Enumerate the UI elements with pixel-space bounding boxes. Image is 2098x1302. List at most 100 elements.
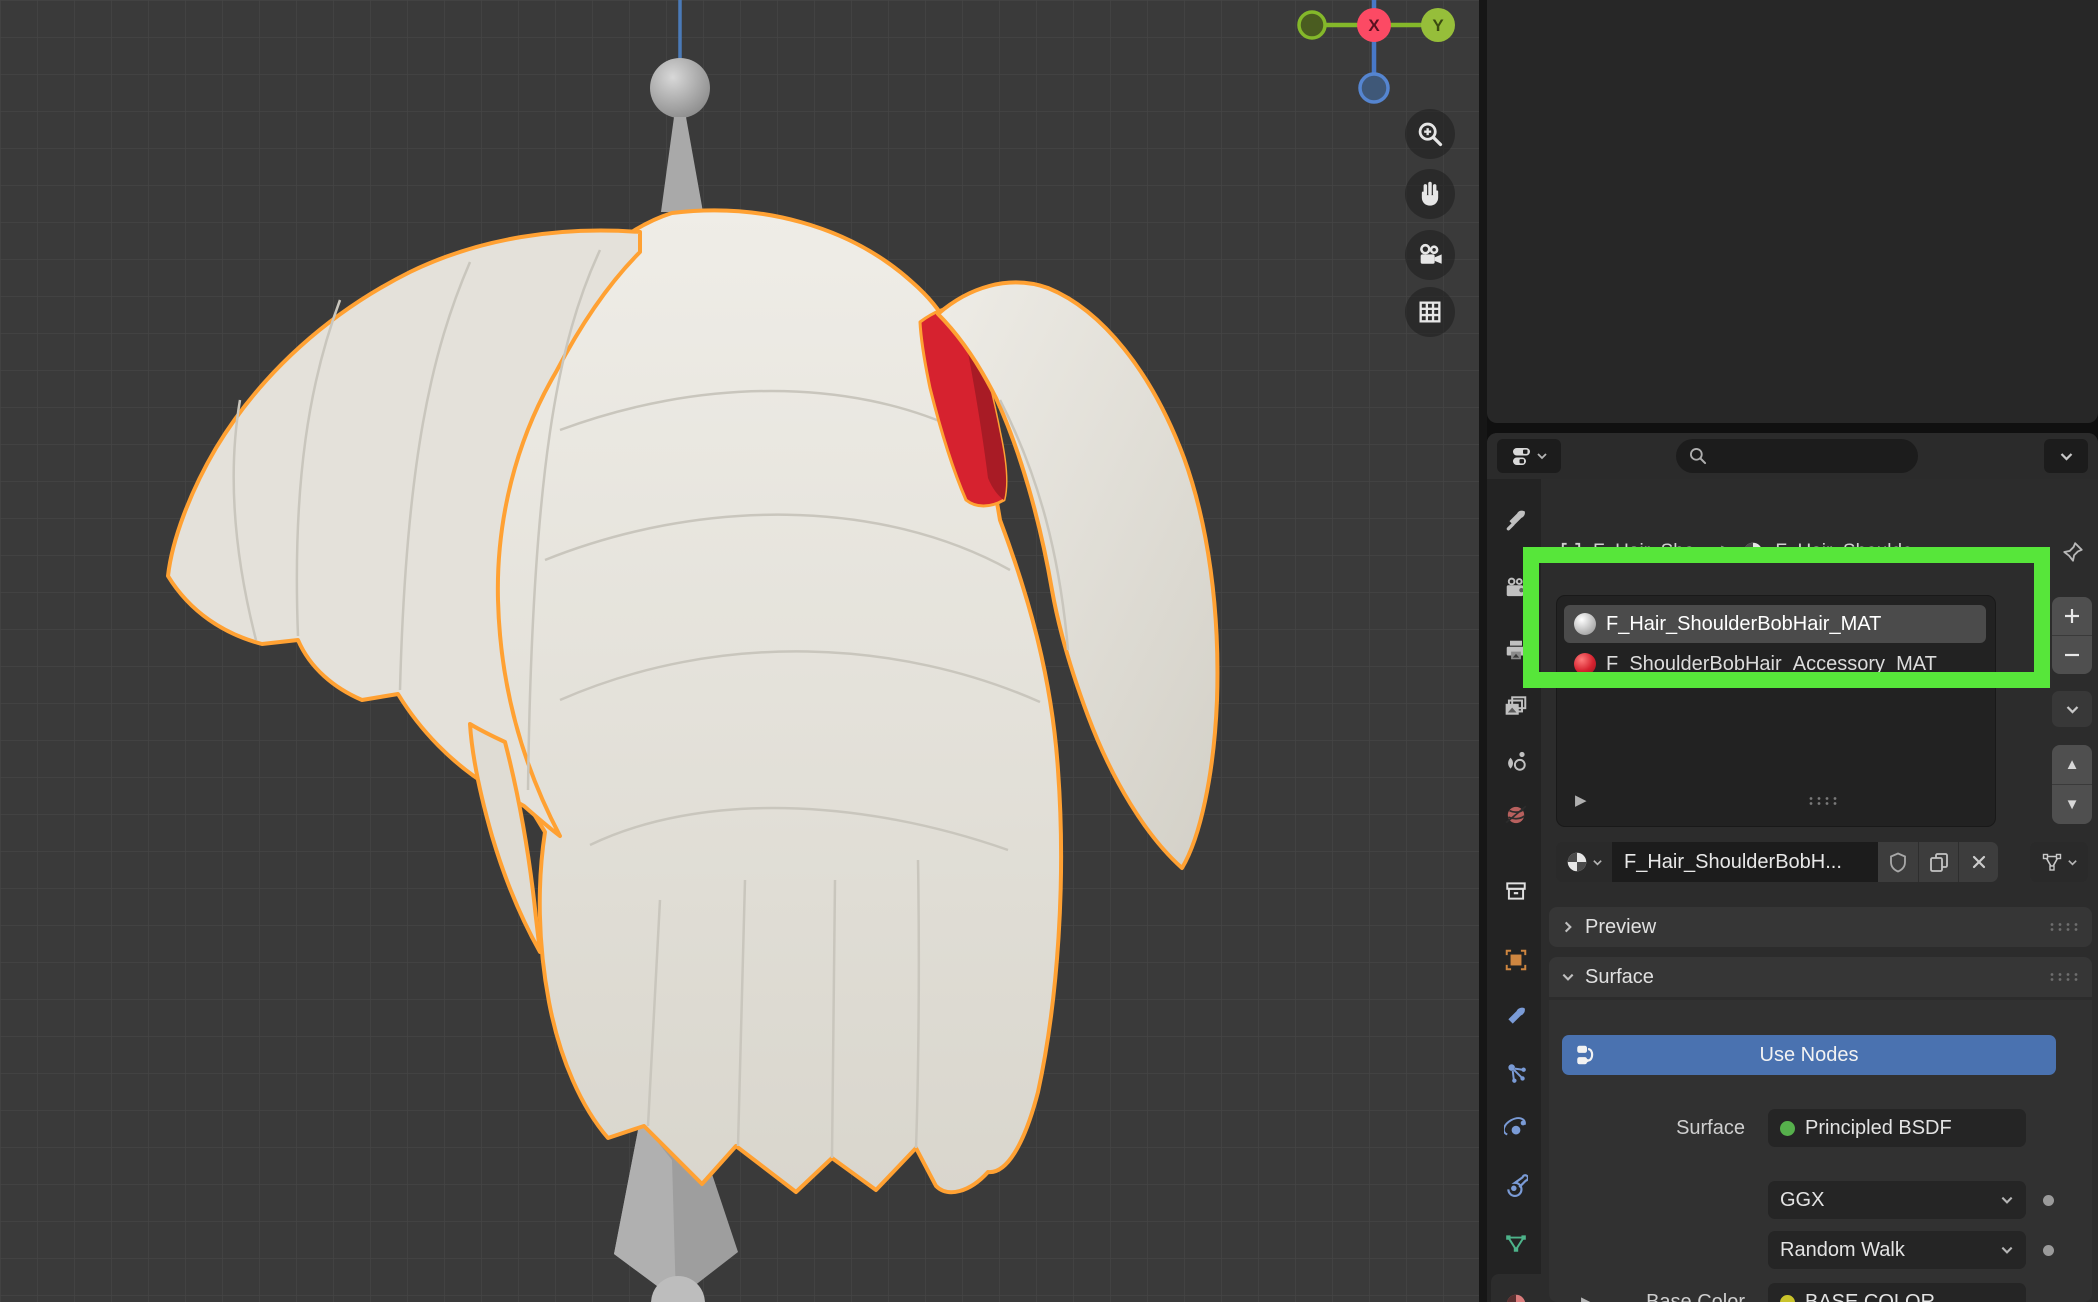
material-sphere-icon <box>1504 1292 1528 1302</box>
viewport-scene <box>0 0 1479 1302</box>
animate-property-dot[interactable] <box>2043 1245 2054 1256</box>
particles-icon <box>1504 1061 1528 1085</box>
surface-shader-value: Principled BSDF <box>1805 1117 1952 1140</box>
camera-view-button[interactable] <box>1405 230 1455 280</box>
tab-world[interactable] <box>1491 791 1541 839</box>
ortho-grid-icon <box>1416 298 1444 326</box>
use-nodes-label: Use Nodes <box>1760 1044 1859 1067</box>
surface-shader-field[interactable]: Principled BSDF <box>1768 1109 2026 1147</box>
surface-panel-header[interactable]: Surface <box>1549 957 2092 997</box>
physics-icon <box>1504 1117 1528 1141</box>
tab-tool[interactable] <box>1491 495 1541 543</box>
distribution-dropdown[interactable]: GGX <box>1768 1181 2026 1219</box>
triangle-up-icon: ▲ <box>2065 756 2080 773</box>
chevron-down-icon <box>2000 1243 2014 1257</box>
base-color-value: BASE COLOR <box>1805 1291 1935 1302</box>
tab-view-layer[interactable] <box>1491 682 1541 730</box>
surface-shader-row: Surface Principled BSDF <box>1541 1109 2098 1147</box>
triangle-down-icon: ▼ <box>2065 796 2080 813</box>
material-link-dropdown[interactable] <box>2030 842 2088 882</box>
panel-drag-grip[interactable] <box>2048 972 2082 982</box>
remove-material-slot-button[interactable] <box>2052 636 2092 674</box>
search-icon <box>1688 446 1708 466</box>
viewport-axis-gizmo[interactable]: X Y <box>1296 0 1466 110</box>
view-layer-icon <box>1504 694 1528 718</box>
scene-icon <box>1504 749 1528 773</box>
axis-x-label: X <box>1368 16 1380 35</box>
move-slot-down-button[interactable]: ▼ <box>2052 785 2092 824</box>
material-name-field[interactable]: F_Hair_ShoulderBobH... <box>1612 842 1878 882</box>
tab-material[interactable] <box>1491 1274 1541 1302</box>
collection-box-icon <box>1504 879 1528 903</box>
node-triangle-icon <box>2041 851 2063 873</box>
expand-base-color-toggle[interactable]: ▶ <box>1581 1293 1593 1302</box>
base-color-field[interactable]: BASE COLOR <box>1768 1283 2026 1302</box>
subsurface-method-value: Random Walk <box>1780 1239 1905 1262</box>
duplicate-icon <box>1928 851 1950 873</box>
chevron-down-icon <box>2067 857 2078 868</box>
ortho-grid-button[interactable] <box>1405 287 1455 337</box>
chevron-down-icon <box>2000 1193 2014 1207</box>
chevron-down-icon <box>1561 970 1575 984</box>
tab-physics[interactable] <box>1491 1105 1541 1153</box>
properties-header <box>1487 433 2098 479</box>
tab-collection[interactable] <box>1491 867 1541 915</box>
tab-object[interactable] <box>1491 936 1541 984</box>
world-globe-icon <box>1504 803 1528 827</box>
color-socket-dot <box>1780 1295 1795 1302</box>
axis-y-label: Y <box>1432 16 1444 35</box>
chevron-right-icon <box>1561 920 1575 934</box>
shader-socket-dot <box>1780 1121 1795 1136</box>
object-data-triangle-icon <box>1504 1231 1528 1255</box>
subsurface-method-dropdown[interactable]: Random Walk <box>1768 1231 2026 1269</box>
preview-panel-header[interactable]: Preview <box>1549 907 2092 947</box>
tab-scene[interactable] <box>1491 737 1541 785</box>
minus-icon <box>2063 646 2081 664</box>
tab-object-data[interactable] <box>1491 1219 1541 1267</box>
animate-property-dot[interactable] <box>2043 1195 2054 1206</box>
material-datablock-row: F_Hair_ShoulderBobH... <box>1556 841 2092 883</box>
unlink-material-button[interactable] <box>1958 842 1998 882</box>
search-input[interactable] <box>1676 439 1918 473</box>
armature-head-sphere <box>650 58 710 118</box>
material-sphere-icon <box>1565 850 1589 874</box>
subsurface-method-row: Random Walk <box>1541 1231 2098 1269</box>
panel-drag-grip[interactable] <box>2048 922 2082 932</box>
new-material-copy-button[interactable] <box>1918 842 1958 882</box>
nodes-icon <box>1574 1042 1600 1068</box>
axis-neg-y-ball[interactable] <box>1299 12 1325 38</box>
pin-icon[interactable] <box>2061 540 2085 564</box>
list-filter-toggle[interactable]: ▶ <box>1575 791 1587 809</box>
axis-neg-z-ball[interactable] <box>1360 74 1388 102</box>
outliner-panel[interactable] <box>1487 0 2098 423</box>
tab-particles[interactable] <box>1491 1049 1541 1097</box>
zoom-in-icon <box>1416 120 1444 148</box>
properties-editor-icon <box>1510 444 1534 468</box>
material-specials-button[interactable] <box>2052 691 2092 727</box>
zoom-button[interactable] <box>1405 109 1455 159</box>
chevron-down-icon <box>2065 702 2080 717</box>
constraints-icon <box>1504 1173 1528 1197</box>
annotation-highlight-box <box>1523 547 2050 688</box>
use-nodes-button[interactable]: Use Nodes <box>1562 1035 2056 1075</box>
surface-row-label: Surface <box>1676 1117 1745 1140</box>
tab-modifiers[interactable] <box>1491 992 1541 1040</box>
chevron-down-icon <box>2059 449 2074 464</box>
editor-type-button[interactable] <box>1497 439 1561 473</box>
add-material-slot-button[interactable] <box>2052 597 2092 636</box>
move-slot-up-button[interactable]: ▲ <box>2052 745 2092 785</box>
close-icon <box>1970 853 1988 871</box>
modifiers-wrench-icon <box>1504 1004 1528 1028</box>
fake-user-button[interactable] <box>1878 842 1918 882</box>
header-options-button[interactable] <box>2044 439 2088 473</box>
base-color-row: ▶ Base Color BASE COLOR <box>1541 1283 2098 1302</box>
browse-material-button[interactable] <box>1556 842 1612 882</box>
3d-viewport[interactable]: X Y <box>0 0 1487 1302</box>
distribution-value: GGX <box>1780 1189 1824 1212</box>
list-resize-grip[interactable] <box>1807 796 1841 806</box>
pan-hand-icon <box>1416 180 1444 208</box>
tab-constraints[interactable] <box>1491 1161 1541 1209</box>
blender-window: X Y <box>0 0 2098 1302</box>
pan-button[interactable] <box>1405 169 1455 219</box>
surface-panel-label: Surface <box>1585 966 1654 989</box>
